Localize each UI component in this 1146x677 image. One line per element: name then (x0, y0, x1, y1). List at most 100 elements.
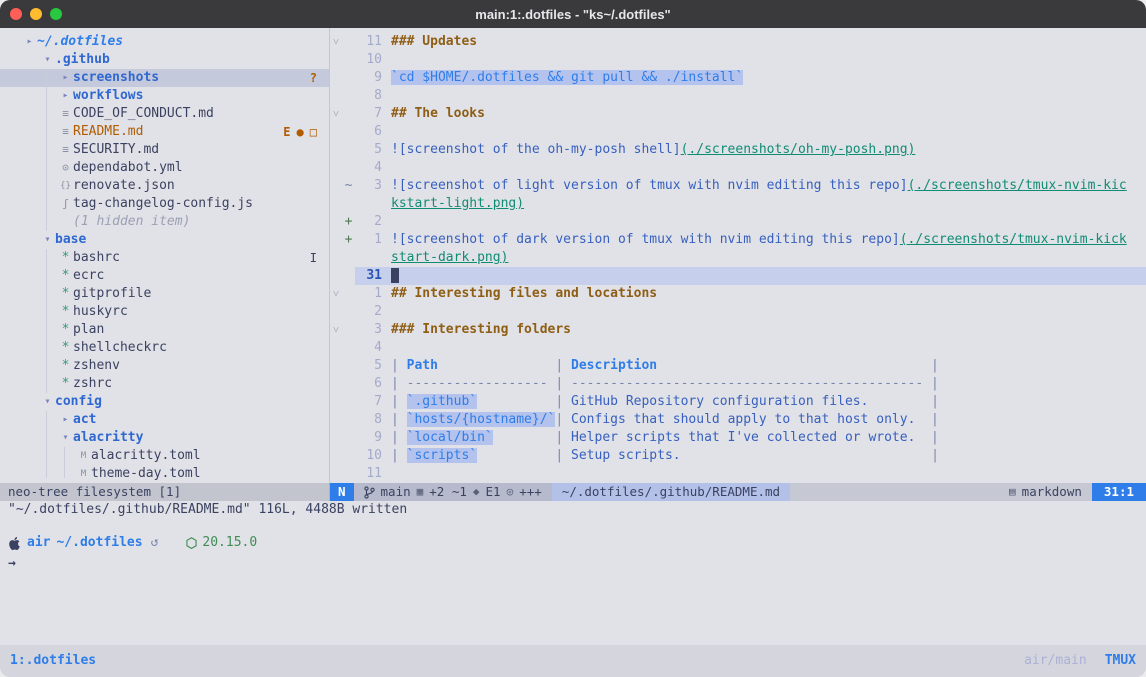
fold-column (330, 177, 342, 195)
terminal-window: main:1:.dotfiles - "ks~/.dotfiles" ▸~/.d… (0, 0, 1146, 677)
shell-area[interactable]: air ~/.dotfiles ↺ 20.15.0 → (0, 519, 1146, 645)
fold-icon[interactable]: ˅ (330, 285, 342, 303)
expander-icon[interactable]: ▸ (58, 87, 73, 105)
json-file-icon: {} (58, 177, 73, 195)
tree-item-dependabot-yml[interactable]: ⊙dependabot.yml (0, 159, 329, 177)
editor-line[interactable]: +1![screenshot of dark version of tmux w… (330, 231, 1146, 249)
editor-line[interactable]: ˅11### Updates (330, 33, 1146, 51)
prompt-input-line[interactable]: → (8, 555, 1146, 575)
editor-line[interactable]: 10| `scripts` | Setup scripts. | (330, 447, 1146, 465)
tmux-window-name[interactable]: 1:.dotfiles (10, 652, 96, 670)
statusline-filetype: ▤ markdown (999, 483, 1092, 501)
tree-item-base[interactable]: ▾base (0, 231, 329, 249)
editor-line[interactable]: 9`cd $HOME/.dotfiles && git pull && ./in… (330, 69, 1146, 87)
sign-column (342, 141, 355, 159)
shell-file-icon: * (58, 321, 73, 339)
editor-line[interactable]: 6 | ------------------ | ----------------… (330, 375, 1146, 393)
tree-item-zshenv[interactable]: *zshenv (0, 357, 329, 375)
tree-item-zshrc[interactable]: *zshrc (0, 375, 329, 393)
tree-item-code-of-conduct-md[interactable]: ≡CODE_OF_CONDUCT.md (0, 105, 329, 123)
line-number: 3 (355, 321, 382, 339)
tree-item-label: (1 hidden item) (73, 213, 190, 231)
fold-icon[interactable]: ˅ (330, 321, 342, 339)
editor-line[interactable]: start-dark.png) (330, 249, 1146, 267)
expander-icon[interactable]: ▾ (40, 393, 55, 411)
editor-line[interactable]: 4 (330, 159, 1146, 177)
expander-icon[interactable]: ▾ (40, 231, 55, 249)
tree-item-plan[interactable]: *plan (0, 321, 329, 339)
indent-guide (64, 447, 65, 478)
editor-line[interactable]: 2 (330, 303, 1146, 321)
sign-column (342, 447, 355, 465)
editor-line[interactable]: 10 (330, 51, 1146, 69)
fold-icon[interactable]: ˅ (330, 33, 342, 51)
tree-item-readme-md[interactable]: ≡README.mdE●□ (0, 123, 329, 141)
expander-icon[interactable]: ▸ (22, 33, 37, 51)
line-number: 6 (355, 375, 382, 393)
expander-icon[interactable]: ▾ (40, 51, 55, 69)
text-segment: | (681, 448, 939, 463)
editor-line[interactable]: ~3![screenshot of light version of tmux … (330, 177, 1146, 195)
tree-item-label: ecrc (73, 267, 104, 285)
text-segment: | ------------------ | -----------------… (391, 376, 939, 391)
tree-item-act[interactable]: ▸act (0, 411, 329, 429)
editor-line[interactable]: 11 (330, 465, 1146, 483)
editor-pane[interactable]: ˅11### Updates109`cd $HOME/.dotfiles && … (330, 28, 1146, 483)
text-segment: | (438, 358, 571, 373)
tree-item-security-md[interactable]: ≡SECURITY.md (0, 141, 329, 159)
editor-line[interactable]: 5| Path | Description | (330, 357, 1146, 375)
text-segment: | (555, 412, 571, 427)
line-text: ## Interesting files and locations (382, 285, 1146, 303)
sign-column (342, 357, 355, 375)
editor-line[interactable]: kstart-light.png) (330, 195, 1146, 213)
tree-item-tag-changelog-config-js[interactable]: ʃtag-changelog-config.js (0, 195, 329, 213)
tree-item-huskyrc[interactable]: *huskyrc (0, 303, 329, 321)
fold-icon[interactable]: ˅ (330, 105, 342, 123)
line-text (382, 303, 1146, 321)
line-number: 2 (355, 213, 382, 231)
tree-item-config[interactable]: ▾config (0, 393, 329, 411)
line-text: ![screenshot of light version of tmux wi… (382, 177, 1146, 195)
tree-item-ecrc[interactable]: *ecrc (0, 267, 329, 285)
text-segment: ## Interesting files and locations (391, 286, 657, 301)
git-branch-name: main (381, 483, 411, 501)
tree-item-gitprofile[interactable]: *gitprofile (0, 285, 329, 303)
tree-item-label: ~/.dotfiles (37, 33, 123, 51)
expander-icon[interactable]: ▾ (58, 429, 73, 447)
editor-line[interactable]: ˅1## Interesting files and locations (330, 285, 1146, 303)
sign-column (342, 69, 355, 87)
git-status-badge: □ (310, 123, 317, 141)
tree-item-workflows[interactable]: ▸workflows (0, 87, 329, 105)
editor-line[interactable]: 5![screenshot of the oh-my-posh shell](.… (330, 141, 1146, 159)
fold-column (330, 141, 342, 159)
sign-column (342, 249, 355, 267)
expander-icon[interactable]: ▸ (58, 411, 73, 429)
tree-item-bashrc[interactable]: *bashrcI (0, 249, 329, 267)
tree-item-label: .github (55, 51, 110, 69)
editor-line[interactable]: 9| `local/bin` | Helper scripts that I'v… (330, 429, 1146, 447)
tree-item-dotfiles[interactable]: ▸~/.dotfiles (0, 33, 329, 51)
editor-line[interactable]: 8 (330, 87, 1146, 105)
tree-item-renovate-json[interactable]: {}renovate.json (0, 177, 329, 195)
fold-column (330, 69, 342, 87)
tree-item-alacritty[interactable]: ▾alacritty (0, 429, 329, 447)
tree-item-alacritty-toml[interactable]: Malacritty.toml (0, 447, 329, 465)
toml-file-icon: M (76, 465, 91, 483)
editor-line[interactable]: ˅3### Interesting folders (330, 321, 1146, 339)
tree-item-shellcheckrc[interactable]: *shellcheckrc (0, 339, 329, 357)
editor-line[interactable]: 7| `.github` | GitHub Repository configu… (330, 393, 1146, 411)
editor-line[interactable]: +2 (330, 213, 1146, 231)
editor-line[interactable]: 8| `hosts/{hostname}/`| Configs that sho… (330, 411, 1146, 429)
tree-item-screenshots[interactable]: ▸screenshots? (0, 69, 329, 87)
editor-line[interactable]: 6 (330, 123, 1146, 141)
tree-item-github[interactable]: ▾.github (0, 51, 329, 69)
shell-file-icon: * (58, 267, 73, 285)
editor-line[interactable]: 4 (330, 339, 1146, 357)
expander-icon[interactable]: ▸ (58, 69, 73, 87)
tree-item-theme-day-toml[interactable]: Mtheme-day.toml (0, 465, 329, 483)
editor-cursor-line[interactable]: 31 (330, 267, 1146, 285)
tree-item-1-hidden-item[interactable]: (1 hidden item) (0, 213, 329, 231)
editor-line[interactable]: ˅7## The looks (330, 105, 1146, 123)
node-version: 20.15.0 (202, 534, 257, 552)
fold-column (330, 447, 342, 465)
